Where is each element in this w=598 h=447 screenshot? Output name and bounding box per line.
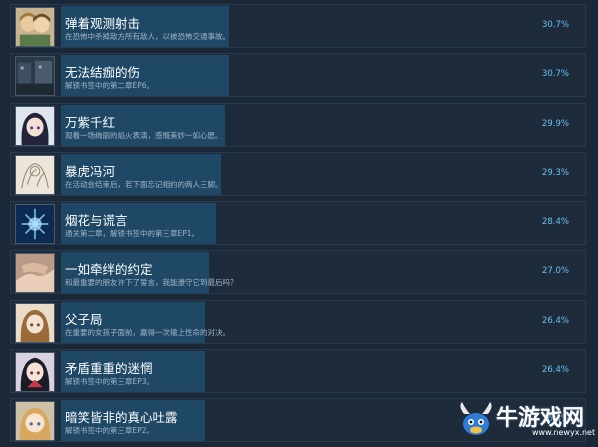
achievement-title: 暗笑皆非的真心吐露 — [65, 410, 178, 425]
achievement-row: 万紫千红 观看一场绚丽的焰火表演，感慨美妙一如心愿。 29.9% — [10, 102, 586, 147]
achievement-description: 在恐怖中杀掉敌方所有敌人，以被恐怖交通事故。 — [65, 32, 230, 41]
achievement-description: 解锁书签中的第三章EP2。 — [65, 426, 155, 435]
couple-portrait-icon — [15, 7, 55, 47]
achievement-row: 暴虎冯河 在活动会结束后，若下面忘记相约的两人三脚。 29.3% — [10, 151, 586, 196]
blonde-girl-icon — [15, 401, 55, 441]
unlock-percentage: 29.3% — [541, 167, 569, 178]
achievement-description: 在活动会结束后，若下面忘记相约的两人三脚。 — [65, 179, 223, 189]
unlock-percentage: 28.4% — [541, 217, 569, 227]
achievement-row: 一如牵绊的约定 和最重要的朋友许下了誓言，我能遵守它到最后吗？ 27.0% — [10, 250, 586, 295]
achievement-title: 弹着观测射击 — [65, 16, 141, 31]
achievement-row: 无法结痂的伤 解锁书签中的第二章EP6。 30.7% — [10, 53, 586, 98]
achievement-title: 一如牵绊的约定 — [65, 262, 153, 278]
achievement-title: 暴虎冯河 — [65, 163, 116, 179]
brown-haired-girl-icon — [15, 302, 55, 343]
sketch-couple-icon — [15, 154, 55, 195]
unlock-percentage: 26.4% — [541, 315, 569, 326]
achievement-title: 万紫千红 — [65, 114, 116, 130]
watermark-url: www.newyx.net — [532, 428, 596, 437]
bull-mascot-icon — [460, 402, 492, 435]
achievement-title: 烟花与谎言 — [65, 213, 128, 228]
night-street-icon — [15, 56, 55, 97]
achievement-description: 在重要的女孩子面前，赢得一次输上性命的对决。 — [65, 327, 230, 337]
achievement-description: 和最重要的朋友许下了誓言，我能遵守它到最后吗？ — [65, 278, 238, 288]
unlock-percentage: 30.7% — [541, 69, 569, 80]
unlock-percentage: 27.0% — [541, 266, 569, 277]
achievement-row: 烟花与谎言 通关第二章，解锁书签中的第三章EP1。 28.4% — [10, 201, 586, 245]
achievement-title: 矛盾重重的迷惘 — [65, 360, 153, 376]
achievement-row: 弹着观测射击 在恐怖中杀掉敌方所有敌人，以被恐怖交通事故。 30.7% — [10, 4, 586, 48]
achievement-row: 矛盾重重的迷惘 解锁书签中的第三章EP3。 26.4% — [10, 348, 586, 393]
achievement-title: 父子局 — [65, 311, 103, 327]
achievement-list: 弹着观测射击 在恐怖中杀掉敌方所有敌人，以被恐怖交通事故。 30.7% 无法结痂的伤解… — [10, 4, 586, 447]
achievement-description: 观看一场绚丽的焰火表演，感慨美妙一如心愿。 — [65, 130, 223, 140]
unlock-percentage: 30.7% — [541, 20, 569, 30]
site-watermark: 牛游戏网 www.newyx.net — [454, 398, 598, 444]
unlock-percentage: 26.4% — [541, 364, 569, 375]
holding-hands-icon — [15, 253, 55, 294]
dark-haired-girl-icon — [15, 105, 55, 146]
blue-firework-icon — [15, 204, 55, 244]
achievement-description: 解锁书签中的第三章EP3。 — [65, 376, 155, 386]
achievement-description: 解锁书签中的第二章EP6。 — [65, 81, 155, 91]
unlock-percentage: 29.9% — [541, 118, 569, 129]
achievement-description: 通关第二章，解锁书签中的第三章EP1。 — [65, 229, 200, 238]
achievement-title: 无法结痂的伤 — [65, 65, 141, 81]
achievement-row: 父子局 在重要的女孩子面前，赢得一次输上性命的对决。 26.4% — [10, 299, 586, 344]
kimono-girl-icon — [15, 351, 55, 392]
